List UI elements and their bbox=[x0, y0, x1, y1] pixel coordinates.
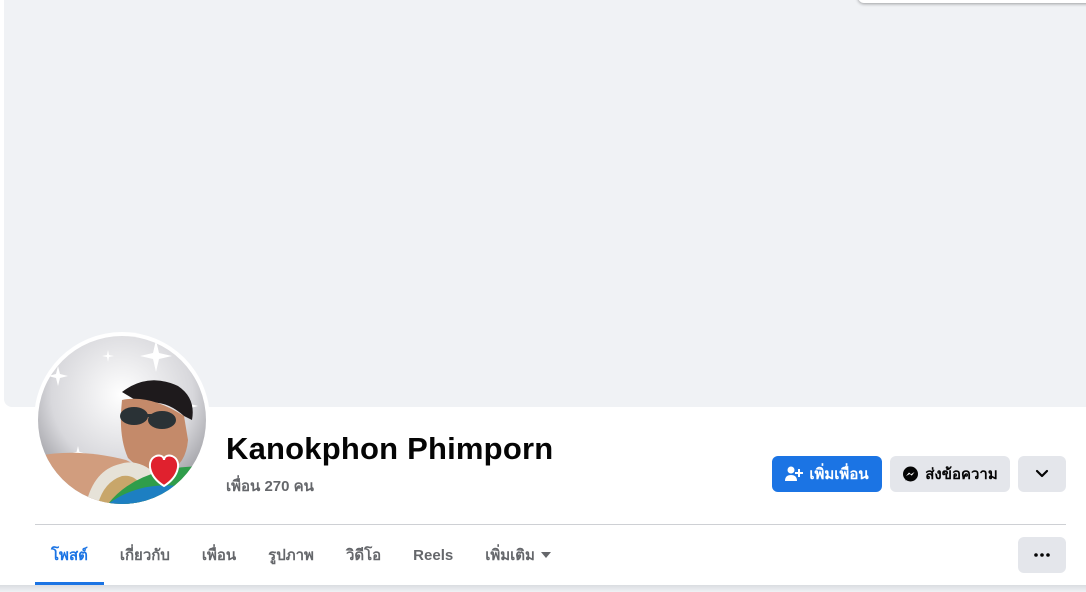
profile-dropdown-button[interactable] bbox=[1018, 456, 1066, 492]
tab-photos[interactable]: รูปภาพ bbox=[252, 525, 330, 585]
chevron-down-icon bbox=[1035, 469, 1049, 479]
add-friend-button[interactable]: เพิ่มเพื่อน bbox=[772, 456, 882, 492]
tab-more[interactable]: เพิ่มเติม bbox=[469, 525, 567, 585]
page-bottom-shadow bbox=[0, 585, 1086, 592]
profile-tabs: โพสต์ เกี่ยวกับ เพื่อน รูปภาพ วิดีโอ Ree… bbox=[35, 525, 567, 585]
person-plus-icon bbox=[785, 466, 804, 482]
message-label: ส่งข้อความ bbox=[925, 466, 998, 483]
message-button[interactable]: ส่งข้อความ bbox=[890, 456, 1010, 492]
tab-about[interactable]: เกี่ยวกับ bbox=[104, 525, 186, 585]
messenger-icon bbox=[902, 466, 919, 483]
tab-label: เกี่ยวกับ bbox=[119, 547, 170, 564]
ellipsis-icon bbox=[1034, 553, 1050, 557]
tab-label: วิดีโอ bbox=[345, 547, 382, 564]
tab-label: เพื่อน bbox=[201, 547, 237, 564]
tab-label: Reels bbox=[413, 546, 454, 564]
profile-photo[interactable] bbox=[38, 336, 206, 504]
top-popup-edge bbox=[858, 0, 1086, 3]
tab-label: เพิ่มเติม bbox=[485, 547, 535, 564]
more-options-button[interactable] bbox=[1018, 537, 1066, 573]
profile-page: Kanokphon Phimporn เพื่อน 270 คน เพิ่มเพ… bbox=[0, 0, 1086, 592]
friend-count[interactable]: เพื่อน 270 คน bbox=[226, 474, 314, 498]
profile-picture[interactable] bbox=[34, 332, 210, 508]
tab-friends[interactable]: เพื่อน bbox=[186, 525, 252, 585]
tab-reels[interactable]: Reels bbox=[397, 525, 469, 585]
profile-name: Kanokphon Phimporn bbox=[226, 431, 554, 466]
tab-posts[interactable]: โพสต์ bbox=[35, 525, 104, 585]
tab-label: โพสต์ bbox=[51, 547, 88, 564]
add-friend-label: เพิ่มเพื่อน bbox=[809, 466, 869, 483]
tab-label: รูปภาพ bbox=[268, 547, 314, 564]
tab-videos[interactable]: วิดีโอ bbox=[330, 525, 397, 585]
caret-down-icon bbox=[540, 552, 551, 558]
